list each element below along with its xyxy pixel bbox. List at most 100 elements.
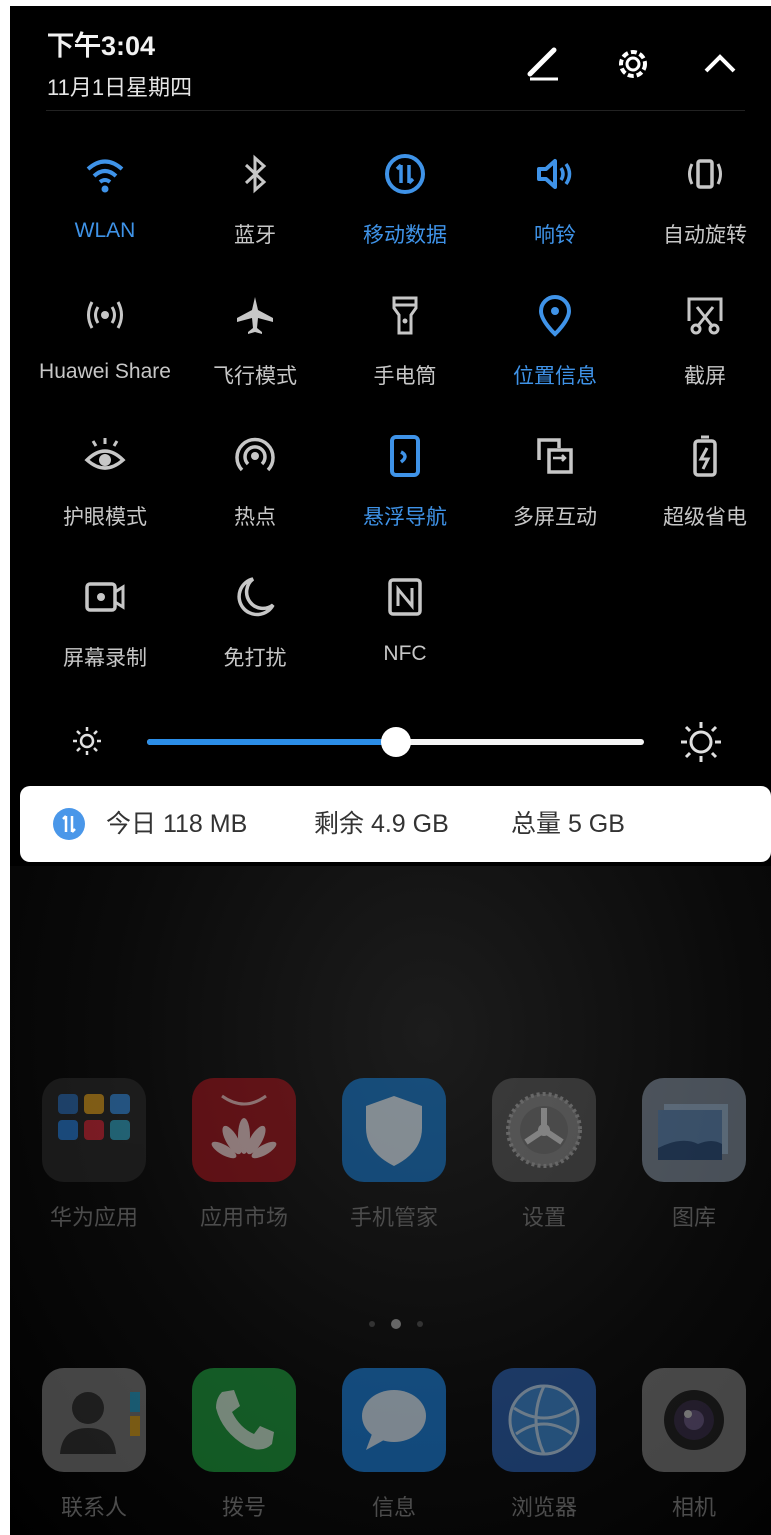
toggle-label: 热点 xyxy=(234,506,276,529)
app-dialer[interactable]: 拨号 xyxy=(190,1368,298,1522)
toggle-nfc[interactable]: NFC xyxy=(330,574,480,684)
app-name: 华为应用 xyxy=(49,1205,138,1230)
data-remaining: 剩余 4.9 GB xyxy=(314,810,449,838)
app-gallery[interactable]: 图库 xyxy=(640,1078,748,1232)
toggle-screen-record[interactable]: 屏幕录制 xyxy=(30,574,180,684)
gallery-icon xyxy=(642,1078,746,1182)
app-browser[interactable]: 浏览器 xyxy=(490,1368,598,1522)
toggle-label: Huawei Share xyxy=(39,360,171,383)
airplane-icon xyxy=(232,292,278,338)
ring-icon xyxy=(532,151,578,197)
brightness-fill xyxy=(147,739,396,745)
toggle-hotspot[interactable]: 热点 xyxy=(180,433,330,543)
toggle-label: 截屏 xyxy=(684,365,726,388)
toggle-label: 响铃 xyxy=(534,224,576,247)
flashlight-icon xyxy=(382,292,428,338)
eye-comfort-icon xyxy=(82,433,128,479)
auto-rotate-icon xyxy=(682,151,728,197)
phone-manager-icon xyxy=(342,1078,446,1182)
app-name: 图库 xyxy=(671,1205,716,1230)
app-app-gallery[interactable]: 应用市场 xyxy=(190,1078,298,1232)
browser-icon xyxy=(492,1368,596,1472)
mobile-data-icon xyxy=(382,151,428,197)
app-messages[interactable]: 信息 xyxy=(340,1368,448,1522)
data-total: 总量 5 GB xyxy=(511,810,625,838)
huawei-share-icon xyxy=(82,292,128,338)
toggle-ring[interactable]: 响铃 xyxy=(480,151,630,261)
edit-button[interactable] xyxy=(522,40,566,88)
huawei-apps-folder-icon xyxy=(42,1078,146,1182)
toggle-label: 多屏互动 xyxy=(513,506,597,529)
app-phone-manager[interactable]: 手机管家 xyxy=(340,1078,448,1232)
toggle-label: NFC xyxy=(383,642,427,665)
nfc-icon xyxy=(382,574,428,620)
edit-icon xyxy=(524,44,564,84)
toggle-label: 悬浮导航 xyxy=(363,506,447,529)
toggle-bluetooth[interactable]: 蓝牙 xyxy=(180,151,330,261)
toggle-label: 飞行模式 xyxy=(213,365,297,388)
hotspot-icon xyxy=(232,433,278,479)
screen-record-icon xyxy=(82,574,128,620)
data-usage-card[interactable]: 今日 118 MB 剩余 4.9 GB 总量 5 GB xyxy=(20,786,771,862)
toggle-wlan[interactable]: WLAN xyxy=(30,151,180,261)
brightness-thumb[interactable] xyxy=(380,727,411,757)
toggle-label: 免打扰 xyxy=(223,647,287,670)
messages-icon xyxy=(342,1368,446,1472)
toggle-screenshot[interactable]: 截屏 xyxy=(630,292,771,402)
brightness-slider[interactable] xyxy=(147,727,644,757)
settings-icon xyxy=(613,44,653,84)
app-name: 设置 xyxy=(521,1205,566,1230)
toggle-huawei-share[interactable]: Huawei Share xyxy=(30,292,180,402)
app-name: 拨号 xyxy=(221,1495,266,1520)
collapse-button[interactable] xyxy=(698,40,742,88)
toggle-label: 超级省电 xyxy=(663,506,747,529)
settings-button[interactable] xyxy=(611,40,655,88)
location-icon xyxy=(532,292,578,338)
app-name: 联系人 xyxy=(60,1495,127,1520)
mobile-data-badge-icon xyxy=(53,808,85,840)
toggle-label: 自动旋转 xyxy=(663,224,747,247)
floating-dock-icon xyxy=(382,433,428,479)
app-huawei-apps[interactable]: 华为应用 xyxy=(40,1078,148,1232)
toggle-airplane[interactable]: 飞行模式 xyxy=(180,292,330,402)
data-today: 今日 118 MB xyxy=(106,810,248,838)
ultra-power-saving-icon xyxy=(682,433,728,479)
toggle-do-not-disturb[interactable]: 免打扰 xyxy=(180,574,330,684)
dialer-icon xyxy=(192,1368,296,1472)
settings-app-icon xyxy=(492,1078,596,1182)
do-not-disturb-icon xyxy=(232,574,278,620)
page-indicator xyxy=(369,1319,423,1329)
toggle-auto-rotate[interactable]: 自动旋转 xyxy=(630,151,771,261)
toggle-multi-screen[interactable]: 多屏互动 xyxy=(480,433,630,543)
app-name: 手机管家 xyxy=(349,1205,438,1230)
toggle-label: 移动数据 xyxy=(363,224,447,247)
toggle-flashlight[interactable]: 手电筒 xyxy=(330,292,480,402)
toggle-label: WLAN xyxy=(74,219,136,242)
toggle-label: 蓝牙 xyxy=(234,224,276,247)
screenshot-icon xyxy=(682,292,728,338)
toggle-mobile-data[interactable]: 移动数据 xyxy=(330,151,480,261)
app-contacts[interactable]: 联系人 xyxy=(40,1368,148,1522)
toggle-label: 手电筒 xyxy=(373,365,437,388)
home-screen-background: 华为应用 应用市场 手机管家 设置 图库 联系人 拨号 信息 浏览器 相机 xyxy=(10,866,771,1535)
toggle-label: 位置信息 xyxy=(513,365,597,388)
multi-screen-icon xyxy=(532,433,578,479)
app-name: 应用市场 xyxy=(199,1205,288,1230)
app-camera[interactable]: 相机 xyxy=(640,1368,748,1522)
toggle-floating-dock[interactable]: 悬浮导航 xyxy=(330,433,480,543)
collapse-icon xyxy=(700,44,740,84)
toggle-label: 屏幕录制 xyxy=(63,647,147,670)
app-settings[interactable]: 设置 xyxy=(490,1078,598,1232)
toggle-ultra-power-saving[interactable]: 超级省电 xyxy=(630,433,771,543)
brightness-auto-icon[interactable] xyxy=(680,721,722,763)
toggle-location[interactable]: 位置信息 xyxy=(480,292,630,402)
toggle-label: 护眼模式 xyxy=(63,506,147,529)
camera-icon xyxy=(642,1368,746,1472)
header-divider xyxy=(46,110,745,111)
app-name: 相机 xyxy=(671,1495,716,1520)
wifi-icon xyxy=(82,151,128,197)
app-name: 浏览器 xyxy=(510,1495,577,1520)
toggle-eye-comfort[interactable]: 护眼模式 xyxy=(30,433,180,543)
notification-shade: 下午3:04 11月1日星期四 WLAN 蓝牙 移动数据 响铃 自动旋转 Hua… xyxy=(10,6,771,1535)
contacts-icon xyxy=(42,1368,146,1472)
